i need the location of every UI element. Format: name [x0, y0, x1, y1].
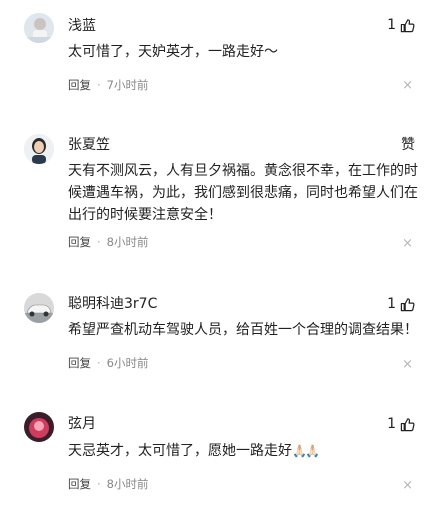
- avatar[interactable]: [24, 293, 54, 323]
- meta-separator: ·: [97, 235, 101, 249]
- comment-time: 8小时前: [106, 477, 149, 491]
- comment-time: 7小时前: [106, 78, 149, 92]
- comment-text: 太可惜了，天妒英才，一路走好～: [68, 44, 278, 60]
- like-label: 赞: [401, 137, 415, 153]
- comment-text: 希望严查机动车驾驶人员，给百姓一个合理的调查结果！: [68, 322, 418, 338]
- comment-time: 6小时前: [106, 356, 149, 370]
- like-button[interactable]: 赞: [401, 136, 415, 154]
- close-icon[interactable]: ×: [402, 478, 413, 494]
- avatar[interactable]: [24, 134, 54, 164]
- emoji: 🙏🏻🙏🏻: [292, 444, 320, 458]
- avatar[interactable]: [24, 412, 54, 442]
- thumbs-up-icon[interactable]: [400, 417, 415, 432]
- thumbs-up-icon[interactable]: [400, 297, 415, 312]
- comment-meta: 回复 · 7小时前: [68, 77, 148, 93]
- reply-button[interactable]: 回复: [68, 355, 91, 371]
- meta-separator: ·: [97, 78, 101, 92]
- close-icon[interactable]: ×: [402, 236, 413, 252]
- meta-separator: ·: [97, 477, 101, 491]
- like-count: 1: [387, 17, 396, 33]
- like-count: 1: [387, 296, 396, 312]
- comment-time: 8小时前: [106, 235, 149, 249]
- comment-username[interactable]: 浅蓝: [68, 17, 96, 35]
- like-button[interactable]: 1: [387, 415, 415, 433]
- comment-text: 天忌英才，太可惜了，愿她一路走好🙏🏻🙏🏻: [68, 440, 423, 462]
- like-button[interactable]: 1: [387, 16, 415, 34]
- close-icon[interactable]: ×: [402, 357, 413, 373]
- reply-button[interactable]: 回复: [68, 476, 91, 492]
- comment-username[interactable]: 聪明科迪3r7C: [68, 295, 157, 313]
- reply-button[interactable]: 回复: [68, 77, 91, 93]
- like-button[interactable]: 1: [387, 295, 415, 313]
- comment-meta: 回复 · 6小时前: [68, 355, 148, 371]
- thumbs-up-icon[interactable]: [400, 18, 415, 33]
- comment-text: 天有不测风云，人有旦夕祸福。黄念很不幸，在工作的时候遭遇车祸，为此，我们感到很悲…: [68, 163, 418, 223]
- like-count: 1: [387, 416, 396, 432]
- avatar[interactable]: [24, 13, 54, 43]
- comment-username[interactable]: 张夏笠: [68, 136, 110, 154]
- reply-button[interactable]: 回复: [68, 234, 91, 250]
- comment-meta: 回复 · 8小时前: [68, 234, 148, 250]
- comment-meta: 回复 · 8小时前: [68, 476, 148, 492]
- comment-text-body: 天忌英才，太可惜了，愿她一路走好: [68, 443, 292, 459]
- comment-username[interactable]: 弦月: [68, 415, 96, 433]
- close-icon[interactable]: ×: [402, 78, 413, 94]
- meta-separator: ·: [97, 356, 101, 370]
